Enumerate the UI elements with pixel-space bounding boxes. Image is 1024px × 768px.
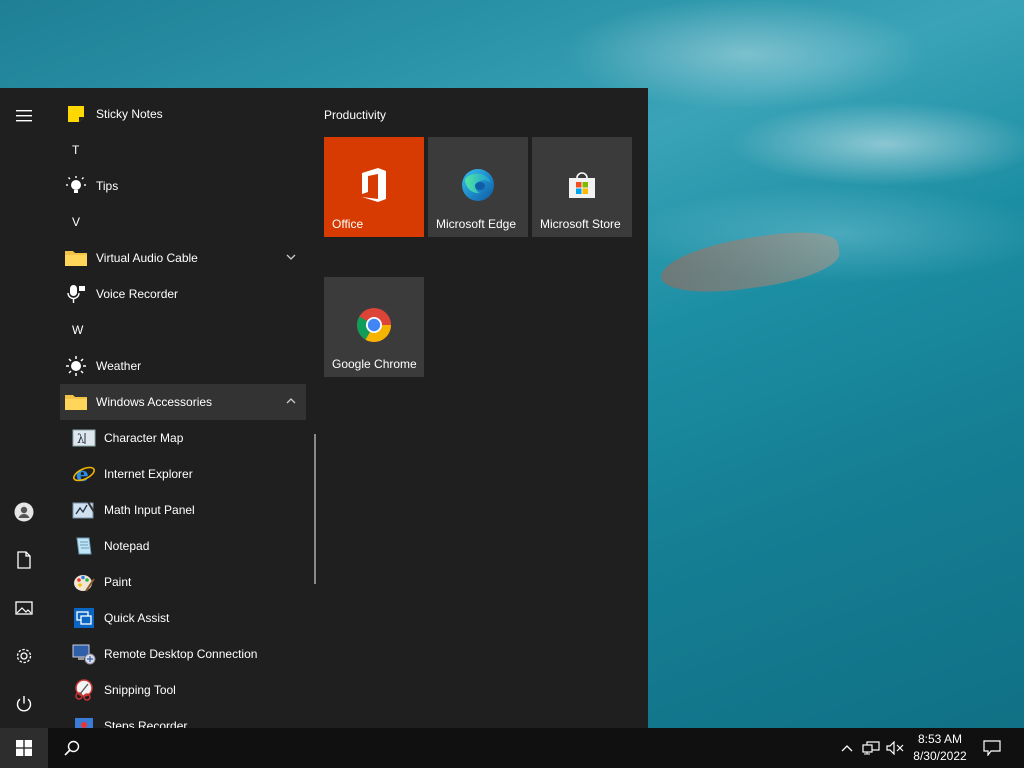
chrome-icon (356, 307, 392, 343)
app-item-quick-assist[interactable]: Quick Assist (60, 600, 306, 636)
volume-button[interactable] (884, 728, 906, 768)
app-list-scrollbar[interactable] (314, 434, 316, 584)
folder-item-windows-accessories[interactable]: Windows Accessories (60, 384, 306, 420)
voice-recorder-icon (64, 282, 88, 306)
app-item-internet-explorer[interactable]: e Internet Explorer (60, 456, 306, 492)
office-icon (356, 167, 392, 203)
windows-logo-icon (16, 740, 32, 756)
tile-group-title[interactable]: Productivity (324, 108, 386, 122)
chevron-up-icon (286, 398, 296, 404)
settings-icon (16, 648, 32, 664)
app-list[interactable]: Sticky Notes T Tips V Virtual Audio Cabl… (60, 96, 306, 728)
app-item-steps-recorder[interactable]: Steps Recorder (60, 708, 306, 728)
start-button[interactable] (0, 728, 48, 768)
sticky-notes-icon (64, 102, 88, 126)
user-icon (14, 502, 34, 522)
notifications-icon (983, 740, 1001, 756)
expand-menu-button[interactable] (0, 92, 48, 140)
chevron-up-icon (841, 745, 853, 752)
tile-microsoft-edge[interactable]: Microsoft Edge (428, 137, 528, 237)
tips-icon (64, 174, 88, 198)
app-item-notepad[interactable]: Notepad (60, 528, 306, 564)
search-button[interactable] (48, 728, 96, 768)
app-item-math-input-panel[interactable]: Math Input Panel (60, 492, 306, 528)
power-button[interactable] (0, 680, 48, 728)
tile-microsoft-store[interactable]: Microsoft Store (532, 137, 632, 237)
letter-header-t[interactable]: T (72, 132, 79, 168)
network-icon (862, 741, 880, 755)
tile-office[interactable]: Office (324, 137, 424, 237)
steps-recorder-icon (72, 714, 96, 728)
documents-icon (17, 551, 31, 569)
quick-assist-icon (72, 606, 96, 630)
action-center-button[interactable] (980, 728, 1004, 768)
clock-time: 8:53 AM (917, 732, 963, 746)
pictures-button[interactable] (0, 584, 48, 632)
store-icon (564, 167, 600, 203)
taskbar: 8:53 AM 8/30/2022 (0, 728, 1024, 768)
folder-item-virtual-audio-cable[interactable]: Virtual Audio Cable (60, 240, 306, 276)
clock[interactable]: 8:53 AM 8/30/2022 (904, 731, 976, 765)
svg-text:λ: λ (77, 432, 85, 446)
app-item-character-map[interactable]: λ Character Map (60, 420, 306, 456)
app-item-tips[interactable]: Tips (60, 168, 306, 204)
math-input-panel-icon (72, 498, 96, 522)
power-icon (16, 696, 32, 712)
paint-icon (72, 570, 96, 594)
clock-date: 8/30/2022 (913, 749, 967, 763)
chevron-down-icon (286, 254, 296, 260)
app-item-weather[interactable]: Weather (60, 348, 306, 384)
app-item-paint[interactable]: Paint (60, 564, 306, 600)
start-menu: Sticky Notes T Tips V Virtual Audio Cabl… (0, 88, 648, 728)
app-item-snipping-tool[interactable]: Snipping Tool (60, 672, 306, 708)
character-map-icon: λ (72, 426, 96, 450)
documents-button[interactable] (0, 536, 48, 584)
notepad-icon (72, 534, 96, 558)
letter-header-w[interactable]: W (72, 312, 83, 348)
start-menu-rail (0, 88, 48, 728)
user-account-button[interactable] (0, 488, 48, 536)
volume-muted-icon (886, 741, 904, 755)
app-item-remote-desktop-connection[interactable]: Remote Desktop Connection (60, 636, 306, 672)
folder-icon (64, 390, 88, 414)
folder-icon (64, 246, 88, 270)
app-item-voice-recorder[interactable]: Voice Recorder (60, 276, 306, 312)
remote-desktop-icon (72, 642, 96, 666)
settings-button[interactable] (0, 632, 48, 680)
hamburger-menu-icon (16, 110, 32, 122)
pictures-icon (15, 601, 33, 615)
edge-icon (460, 167, 496, 203)
svg-text:e: e (76, 462, 89, 486)
snipping-tool-icon (72, 678, 96, 702)
search-icon (64, 740, 80, 756)
tile-google-chrome[interactable]: Google Chrome (324, 277, 424, 377)
internet-explorer-icon: e (72, 462, 96, 486)
letter-header-v[interactable]: V (72, 204, 80, 240)
app-item-sticky-notes[interactable]: Sticky Notes (60, 96, 306, 132)
network-button[interactable] (860, 728, 882, 768)
weather-icon (64, 354, 88, 378)
show-hidden-icons-button[interactable] (838, 728, 856, 768)
